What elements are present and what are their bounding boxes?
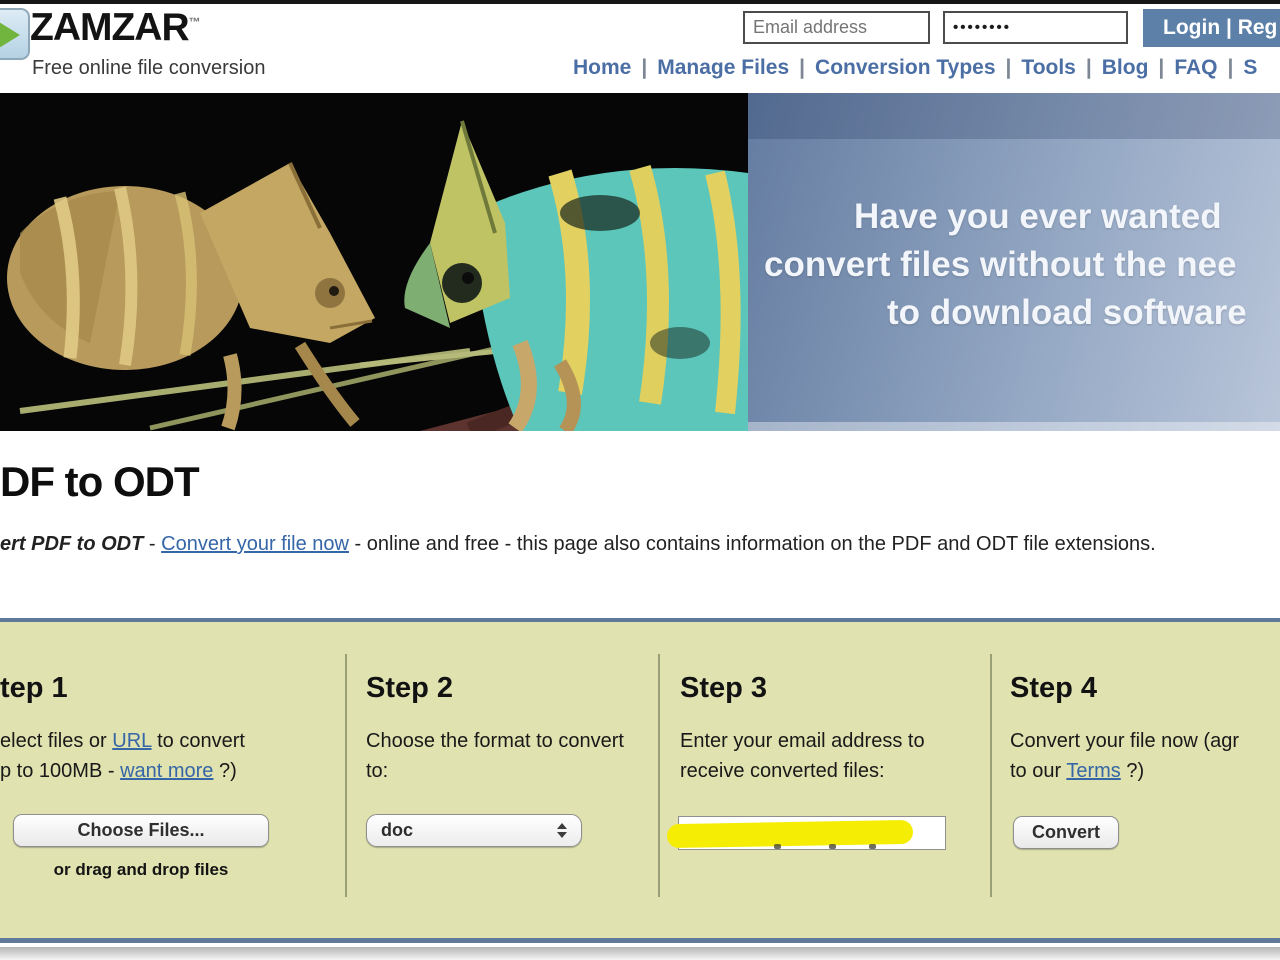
nav-item-tools[interactable]: Tools [1021, 56, 1101, 79]
nav-item-blog[interactable]: Blog [1102, 56, 1175, 79]
terms-link[interactable]: Terms [1066, 760, 1120, 782]
step2-desc: Choose the format to convert to: [366, 726, 628, 786]
site-header: ZAMZAR™ Free online file conversion Logi… [0, 4, 1280, 93]
step4-title: Step 4 [1010, 672, 1097, 705]
page: ZAMZAR™ Free online file conversion Logi… [0, 0, 1280, 960]
step4-line1: Convert your file now (agr [1010, 726, 1239, 756]
hero-banner: Have you ever wanted convert files witho… [0, 93, 1280, 431]
step1-line1-post: to convert [152, 730, 245, 752]
step1-line1: elect files or URL to convert [0, 726, 245, 756]
drag-drop-label: or drag and drop files [13, 860, 269, 880]
banner-top-band [748, 93, 1280, 139]
format-select[interactable]: doc [366, 814, 582, 847]
step4-line2: to our Terms ?) [1010, 756, 1144, 786]
nav-item-support[interactable]: S [1243, 56, 1277, 79]
step1-line1-pre: elect files or [0, 730, 112, 752]
nav-item-conversion-types[interactable]: Conversion Types [815, 56, 1021, 79]
want-more-link[interactable]: want more [120, 760, 213, 782]
brand-name: ZAMZAR™ [30, 6, 201, 50]
recipient-email-field [678, 816, 946, 850]
nav-item-faq[interactable]: FAQ [1174, 56, 1243, 79]
recipient-email-input[interactable] [679, 817, 945, 849]
convert-button[interactable]: Convert [1013, 816, 1119, 849]
step4-line2-post: ?) [1121, 760, 1144, 782]
trademark-symbol: ™ [189, 15, 201, 29]
convert-your-file-now-link[interactable]: Convert your file now [161, 533, 349, 555]
step1-line2-pre: p to 100MB - [0, 760, 120, 782]
column-divider [658, 654, 660, 897]
select-arrows-icon [557, 823, 567, 838]
intro-dash: - [143, 533, 161, 555]
chameleons-photo [0, 93, 748, 431]
brand-tagline: Free online file conversion [32, 57, 265, 80]
step1-line2-post: ?) [213, 760, 236, 782]
step4-line2-pre: to our [1010, 760, 1066, 782]
email-input[interactable] [743, 11, 930, 44]
step3-title: Step 3 [680, 672, 767, 705]
format-select-value: doc [381, 820, 413, 841]
nav-item-manage-files[interactable]: Manage Files [657, 56, 815, 79]
step3-desc: Enter your email address to receive conv… [680, 726, 986, 786]
banner-line: Have you ever wanted [854, 197, 1222, 237]
main-nav: HomeManage FilesConversion TypesToolsBlo… [573, 56, 1277, 80]
brand-text: ZAMZAR [30, 6, 189, 49]
banner-line: to download software [887, 293, 1247, 333]
intro-rest: - online and free - this page also conta… [349, 533, 1156, 555]
url-link[interactable]: URL [112, 730, 151, 752]
banner-bottom-strip [748, 422, 1280, 431]
column-divider [345, 654, 347, 897]
step2-title: Step 2 [366, 672, 453, 705]
banner-line: convert files without the nee [764, 245, 1237, 285]
login-register-button[interactable]: Login | Reg [1143, 9, 1280, 47]
zamzar-logo-icon [0, 8, 30, 60]
steps-panel: tep 1 elect files or URL to convert p to… [0, 618, 1280, 943]
choose-files-button[interactable]: Choose Files... [13, 814, 269, 847]
intro-text: ert PDF to ODT - Convert your file now -… [0, 533, 1156, 556]
page-title: DF to ODT [0, 458, 199, 506]
intro-emphasis: ert PDF to ODT [0, 533, 143, 555]
step1-line2: p to 100MB - want more ?) [0, 756, 237, 786]
panel-shadow [0, 947, 1280, 960]
nav-item-home[interactable]: Home [573, 56, 657, 79]
column-divider [990, 654, 992, 897]
banner-message-panel: Have you ever wanted convert files witho… [748, 93, 1280, 431]
green-arrow-icon [0, 22, 20, 48]
step1-title: tep 1 [0, 672, 68, 705]
password-input[interactable] [943, 11, 1128, 44]
